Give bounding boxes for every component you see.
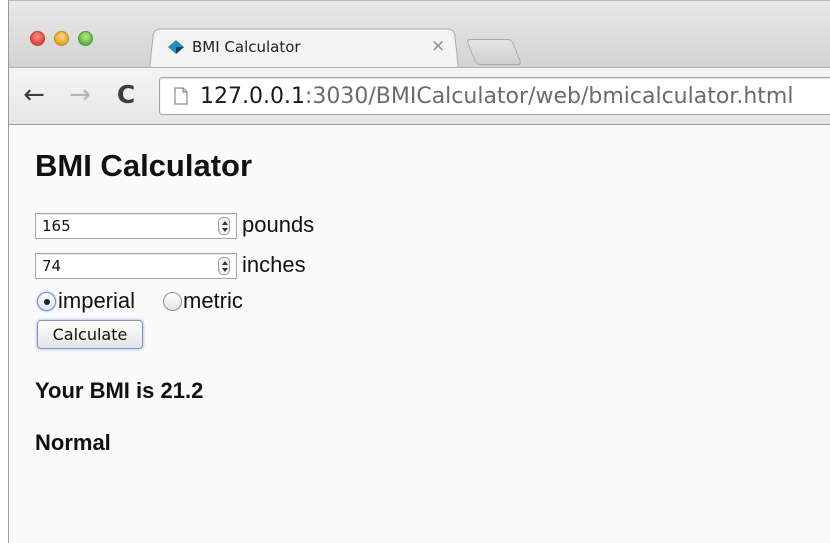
page-icon	[174, 87, 188, 105]
weight-unit-label: pounds	[242, 212, 315, 237]
height-unit-label: inches	[242, 252, 306, 277]
minimize-window-button[interactable]	[54, 31, 69, 46]
bmi-result: Your BMI is 21.2	[35, 378, 204, 403]
tab-close-icon[interactable]: ×	[431, 36, 445, 56]
metric-label[interactable]: metric	[183, 288, 243, 314]
zoom-window-button[interactable]	[78, 31, 93, 46]
page-content: BMI Calculator 165 pounds 74 inches impe…	[9, 126, 830, 543]
dart-logo-icon	[168, 40, 184, 54]
new-tab-button[interactable]	[465, 39, 523, 65]
url-text: 127.0.0.1:3030/BMICalculator/web/bmicalc…	[200, 84, 793, 109]
browser-window: BMI Calculator × ← → C 127.0.0.1:3030/BM…	[8, 0, 830, 543]
metric-radio[interactable]	[163, 292, 182, 311]
weight-stepper[interactable]	[218, 217, 230, 235]
page-title: BMI Calculator	[35, 148, 253, 183]
weight-input[interactable]: 165	[35, 213, 237, 239]
browser-toolbar: ← → C 127.0.0.1:3030/BMICalculator/web/b…	[9, 67, 830, 125]
back-arrow-icon[interactable]: ←	[19, 80, 49, 110]
close-window-button[interactable]	[30, 31, 45, 46]
bmi-category: Normal	[35, 430, 111, 455]
tab-content: BMI Calculator ×	[159, 35, 455, 61]
desktop-edge	[0, 0, 8, 543]
stepper-down-icon[interactable]	[222, 268, 228, 272]
stepper-down-icon[interactable]	[222, 228, 228, 232]
address-bar[interactable]: 127.0.0.1:3030/BMICalculator/web/bmicalc…	[159, 77, 830, 115]
stepper-up-icon[interactable]	[222, 221, 228, 225]
forward-arrow-icon[interactable]: →	[65, 80, 95, 110]
calculate-button[interactable]: Calculate	[37, 320, 143, 349]
height-input[interactable]: 74	[35, 253, 237, 279]
url-host: 127.0.0.1	[200, 84, 305, 109]
stepper-up-icon[interactable]	[222, 261, 228, 265]
tab-strip: BMI Calculator ×	[9, 0, 830, 70]
imperial-label[interactable]: imperial	[58, 288, 135, 314]
url-path: :3030/BMICalculator/web/bmicalculator.ht…	[304, 84, 794, 109]
tab-title: BMI Calculator	[192, 38, 301, 56]
reload-icon[interactable]: C	[111, 80, 141, 110]
height-stepper[interactable]	[218, 257, 230, 275]
imperial-radio[interactable]	[37, 292, 56, 311]
